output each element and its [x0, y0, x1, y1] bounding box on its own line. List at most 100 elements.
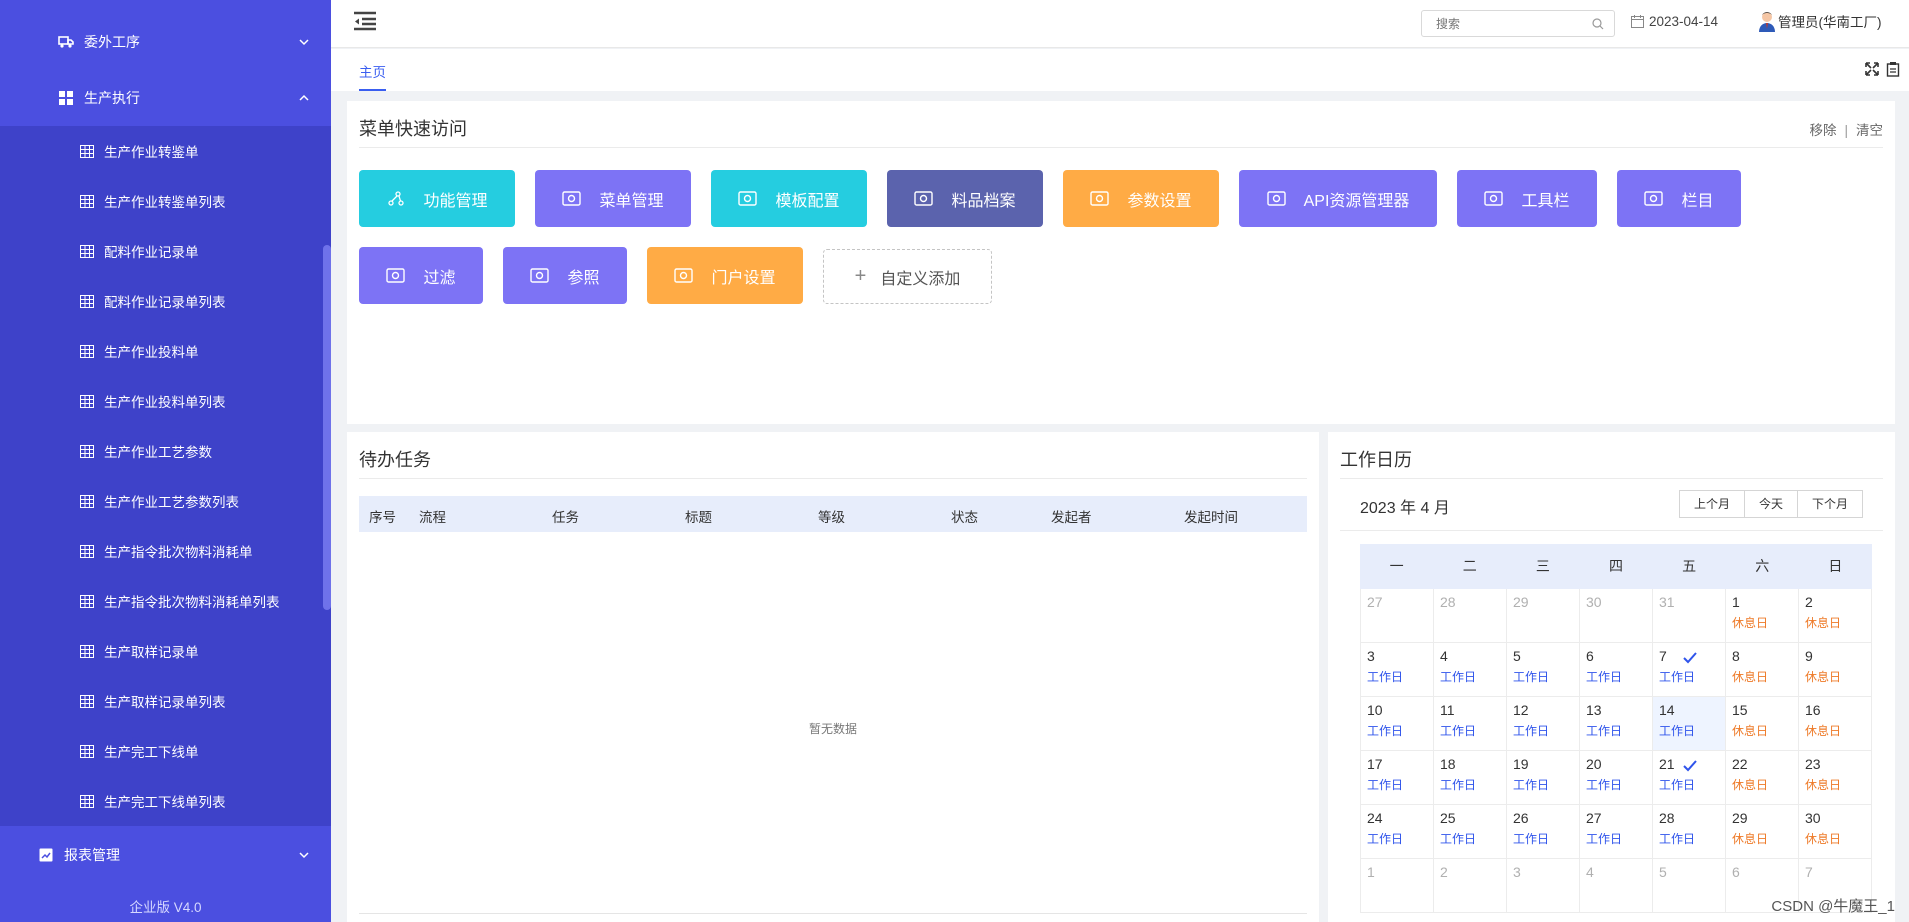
column-header: 发起者 [1051, 510, 1092, 525]
sidebar-group-reports[interactable]: 报表管理 [0, 827, 331, 883]
calendar-day[interactable]: 27 [1360, 589, 1434, 643]
calendar-day[interactable]: 25 工作日 [1434, 805, 1507, 859]
sidebar-item[interactable]: 生产取样记录单 [0, 626, 331, 676]
column-header: 状态 [951, 510, 978, 525]
search-box[interactable] [1421, 10, 1615, 37]
calendar-day[interactable]: 30 休息日 [1799, 805, 1872, 859]
sidebar-item[interactable]: 生产完工下线单 [0, 726, 331, 776]
quick-button-template-config[interactable]: 模板配置 [711, 170, 867, 227]
divider [359, 147, 1883, 148]
sidebar-item[interactable]: 生产取样记录单列表 [0, 676, 331, 726]
search-input[interactable] [1422, 11, 1582, 36]
sidebar-group-production-execution[interactable]: 生产执行 [0, 70, 331, 126]
calendar-day[interactable]: 22 休息日 [1726, 751, 1799, 805]
window-icon [738, 191, 758, 206]
weekday-label: 二 [1462, 558, 1477, 574]
calendar-day[interactable]: 11 工作日 [1434, 697, 1507, 751]
calendar-day[interactable]: 2 休息日 [1799, 589, 1872, 643]
calendar-day[interactable]: 4 [1580, 859, 1653, 913]
quick-button-api-resource-manager[interactable]: API资源管理器 [1239, 170, 1437, 227]
sidebar-item[interactable]: 生产作业转鉴单列表 [0, 176, 331, 226]
calendar-day[interactable]: 3 工作日 [1360, 643, 1434, 697]
calendar-day[interactable]: 29 休息日 [1726, 805, 1799, 859]
column-header: 等级 [818, 510, 845, 525]
calendar-day[interactable]: 27 工作日 [1580, 805, 1653, 859]
calendar-day[interactable]: 26 工作日 [1507, 805, 1580, 859]
calendar-day[interactable]: 4 工作日 [1434, 643, 1507, 697]
sidebar-item[interactable]: 生产作业工艺参数 [0, 426, 331, 476]
sidebar-item[interactable]: 生产作业投料单 [0, 326, 331, 376]
calendar-day[interactable]: 17 工作日 [1360, 751, 1434, 805]
calendar-day[interactable]: 28 [1434, 589, 1507, 643]
search-icon[interactable] [1592, 18, 1604, 30]
quick-button-column[interactable]: 栏目 [1617, 170, 1741, 227]
quick-button-menu-manage[interactable]: 菜单管理 [535, 170, 691, 227]
calendar-day[interactable]: 19 工作日 [1507, 751, 1580, 805]
calendar-day[interactable]: 9 休息日 [1799, 643, 1872, 697]
day-number: 6 [1586, 648, 1594, 664]
weekday-label: 六 [1755, 558, 1770, 574]
sidebar-item[interactable]: 生产完工下线单列表 [0, 776, 331, 826]
fullscreen-icon[interactable] [1864, 61, 1880, 77]
window-icon [386, 268, 406, 283]
sidebar-item[interactable]: 生产作业投料单列表 [0, 376, 331, 426]
next-month-button[interactable]: 下个月 [1796, 490, 1863, 518]
calendar-day[interactable]: 1 休息日 [1726, 589, 1799, 643]
quick-button-portal-settings[interactable]: 门户设置 [647, 247, 803, 304]
calendar-day[interactable]: 1 [1360, 859, 1434, 913]
calendar-day[interactable]: 24 工作日 [1360, 805, 1434, 859]
quick-button-label: 料品档案 [951, 192, 1016, 210]
task-table-header: 序号 流程 任务 标题 等级 状态 发起者 发起时间 [359, 496, 1307, 532]
quick-button-param-settings[interactable]: 参数设置 [1063, 170, 1219, 227]
quick-button-item-archive[interactable]: 料品档案 [887, 170, 1043, 227]
calendar-day[interactable]: 28 工作日 [1653, 805, 1726, 859]
sidebar-item[interactable]: 配料作业记录单 [0, 226, 331, 276]
calendar-day[interactable]: 2 [1434, 859, 1507, 913]
workday-label: 工作日 [1659, 670, 1696, 684]
prev-month-button[interactable]: 上个月 [1678, 490, 1745, 518]
today-button[interactable]: 今天 [1743, 490, 1798, 518]
menu-collapse-icon[interactable] [353, 10, 377, 32]
separator: | [1844, 123, 1848, 138]
custom-add-button[interactable]: + 自定义添加 [823, 249, 992, 304]
calendar-day[interactable]: 10 工作日 [1360, 697, 1434, 751]
calendar-day[interactable]: 7 工作日 [1653, 643, 1726, 697]
user-menu[interactable]: 管理员(华南工厂) [1758, 10, 1882, 32]
clear-button[interactable]: 清空 [1856, 123, 1883, 138]
quick-button-filter[interactable]: 过滤 [359, 247, 483, 304]
quick-button-toolbar[interactable]: 工具栏 [1457, 170, 1597, 227]
day-number: 29 [1732, 810, 1748, 826]
sidebar-group-outsourcing[interactable]: 委外工序 [0, 14, 331, 70]
calendar-day[interactable]: 6 工作日 [1580, 643, 1653, 697]
chevron-up-icon [299, 94, 309, 101]
sidebar-item[interactable]: 生产作业工艺参数列表 [0, 476, 331, 526]
calendar-day[interactable]: 31 [1653, 589, 1726, 643]
calendar-day[interactable]: 29 [1507, 589, 1580, 643]
calendar-day[interactable]: 12 工作日 [1507, 697, 1580, 751]
calendar-day[interactable]: 18 工作日 [1434, 751, 1507, 805]
sidebar-item[interactable]: 生产作业转鉴单 [0, 126, 331, 176]
calendar-day[interactable]: 30 [1580, 589, 1653, 643]
calendar-day[interactable]: 13 工作日 [1580, 697, 1653, 751]
sidebar-item-label: 配料作业记录单列表 [104, 295, 226, 310]
calendar-day[interactable]: 3 [1507, 859, 1580, 913]
calendar-day[interactable]: 8 休息日 [1726, 643, 1799, 697]
calendar-day[interactable]: 5 [1653, 859, 1726, 913]
calendar-day-today[interactable]: 14 工作日 [1653, 697, 1726, 751]
calendar-day[interactable]: 15 休息日 [1726, 697, 1799, 751]
tab-home[interactable]: 主页 [359, 61, 386, 91]
workday-label: 工作日 [1440, 832, 1477, 846]
sidebar-item[interactable]: 生产指令批次物料消耗单列表 [0, 576, 331, 626]
sidebar-item[interactable]: 生产指令批次物料消耗单 [0, 526, 331, 576]
calendar-day[interactable]: 16 休息日 [1799, 697, 1872, 751]
clipboard-icon[interactable] [1885, 61, 1901, 77]
quick-button-function-manage[interactable]: 功能管理 [359, 170, 515, 227]
calendar-day[interactable]: 20 工作日 [1580, 751, 1653, 805]
sidebar-scrollbar[interactable] [323, 245, 331, 610]
calendar-day[interactable]: 23 休息日 [1799, 751, 1872, 805]
remove-button[interactable]: 移除 [1809, 123, 1836, 138]
sidebar-item[interactable]: 配料作业记录单列表 [0, 276, 331, 326]
calendar-day[interactable]: 21 工作日 [1653, 751, 1726, 805]
quick-button-reference[interactable]: 参照 [503, 247, 627, 304]
calendar-day[interactable]: 5 工作日 [1507, 643, 1580, 697]
